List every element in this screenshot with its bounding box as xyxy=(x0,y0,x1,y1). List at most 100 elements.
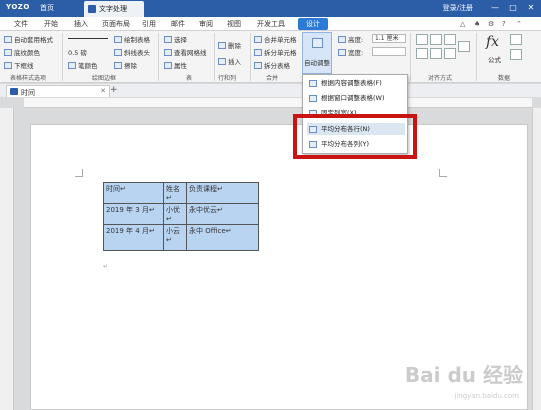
draw-table-button[interactable]: 绘制表格 xyxy=(114,34,150,44)
watermark-logo: Bai du 经验 xyxy=(404,363,523,387)
split-table-icon xyxy=(254,62,262,69)
formula-label: 公式 xyxy=(488,56,501,64)
select-button[interactable]: 选择 xyxy=(164,34,187,44)
autofit-label: 自动调整 xyxy=(304,59,330,67)
new-tab-button[interactable]: + xyxy=(110,85,118,95)
table-cell[interactable]: 姓名↵ xyxy=(163,182,187,204)
align-top-center-button[interactable] xyxy=(430,34,442,45)
split-table-button[interactable]: 拆分表格 xyxy=(254,60,290,70)
line-style-select[interactable] xyxy=(68,38,108,39)
merge-icon xyxy=(254,36,262,43)
paragraph-mark: ↵ xyxy=(103,263,109,270)
ribbon: 自动套用格式 底纹颜色 下框线 表格样式选项 0.5 磅 笔颜色 绘制表格 斜线… xyxy=(0,31,541,83)
table-cell[interactable]: 小优↵ xyxy=(163,203,187,225)
close-tab-icon[interactable]: ✕ xyxy=(100,87,106,95)
document-icon xyxy=(10,88,18,95)
formula-icon[interactable]: fx xyxy=(486,34,499,50)
diagonal-icon xyxy=(114,49,122,56)
title-bar: YOZO 首页 文字处理 登录/注册 — □ ✕ xyxy=(0,0,541,17)
insert-button[interactable]: 插入 xyxy=(218,56,241,66)
table-cell[interactable]: 负责课程↵ xyxy=(186,182,259,204)
menu-bar: 文件 开始 插入 页面布局 引用 邮件 审阅 视图 开发工具 设计 △ ♠ ⚙ … xyxy=(0,17,541,31)
menu-page-layout[interactable]: 页面布局 xyxy=(102,19,130,29)
bottom-border-button[interactable]: 下框线 xyxy=(4,60,34,70)
align-center-button[interactable] xyxy=(430,48,442,59)
up-arrow-icon[interactable]: △ xyxy=(460,20,465,28)
align-middle-right-button[interactable] xyxy=(444,48,456,59)
gridlines-button[interactable]: 查看网格线 xyxy=(164,47,207,57)
menu-mail[interactable]: 邮件 xyxy=(171,19,185,29)
home-tab[interactable]: 首页 xyxy=(40,3,54,13)
text-direction-button[interactable] xyxy=(458,41,470,52)
group-label: 表 xyxy=(186,75,193,82)
data-tool-button[interactable] xyxy=(510,34,522,45)
width-icon xyxy=(338,49,346,56)
menu-file[interactable]: 文件 xyxy=(14,19,28,29)
menu-view[interactable]: 视图 xyxy=(227,19,241,29)
diagonal-header-button[interactable]: 斜线表头 xyxy=(114,47,150,57)
horizontal-ruler[interactable] xyxy=(24,98,532,108)
pencil-icon xyxy=(114,36,122,43)
auto-format-button[interactable]: 自动套用格式 xyxy=(4,34,53,44)
vertical-ruler[interactable] xyxy=(0,108,14,410)
fit-window-icon xyxy=(309,95,317,102)
shading-icon xyxy=(4,49,12,56)
table-cell[interactable]: 永中优云↵ xyxy=(186,203,259,225)
pen-color-button[interactable]: 笔颜色 xyxy=(68,60,98,70)
menu-insert[interactable]: 插入 xyxy=(74,19,88,29)
table-cell[interactable]: 2019 年 3 月↵ xyxy=(103,203,164,225)
help-icon[interactable]: ? xyxy=(502,20,506,28)
vertical-scrollbar[interactable] xyxy=(532,108,541,410)
table-format-icon xyxy=(4,36,12,43)
document-table[interactable]: 时间↵ 姓名↵ 负责课程↵ 2019 年 3 月↵ 小优↵ 永中优云↵ 2019… xyxy=(103,182,259,251)
align-middle-left-button[interactable] xyxy=(416,48,428,59)
autofit-button[interactable]: 自动调整 xyxy=(302,32,332,74)
select-icon xyxy=(164,36,172,43)
menu-developer[interactable]: 开发工具 xyxy=(257,19,285,29)
watermark-url: jingyan.baidu.com xyxy=(454,392,519,400)
align-top-left-button[interactable] xyxy=(416,34,428,45)
table-cell[interactable]: 时间↵ xyxy=(103,182,164,204)
autofit-icon xyxy=(312,38,323,48)
login-link[interactable]: 登录/注册 xyxy=(443,3,473,13)
document-tab[interactable]: 文字处理 xyxy=(84,1,144,17)
line-width-select[interactable]: 0.5 磅 xyxy=(68,47,87,57)
table-cell[interactable]: 小云↵ xyxy=(163,224,187,251)
document-tab-label: 文字处理 xyxy=(99,5,127,13)
grid-icon xyxy=(164,49,172,56)
data-tool-button-2[interactable] xyxy=(510,49,522,60)
table-row: 2019 年 3 月↵ 小优↵ 永中优云↵ xyxy=(103,203,259,225)
writer-icon xyxy=(88,5,96,13)
align-top-right-button[interactable] xyxy=(444,34,456,45)
menu-references[interactable]: 引用 xyxy=(142,19,156,29)
group-label: 对齐方式 xyxy=(428,75,453,82)
merge-cells-button[interactable]: 合并单元格 xyxy=(254,34,297,44)
maximize-button[interactable]: □ xyxy=(507,2,519,14)
split-cells-icon xyxy=(254,49,262,56)
height-input[interactable]: 1.1 厘米 xyxy=(372,34,406,43)
eraser-button[interactable]: 擦除 xyxy=(114,60,137,70)
menu-item-fit-content[interactable]: 根据内容调整表格(F) xyxy=(307,77,405,89)
pen-icon xyxy=(68,62,76,69)
table-cell[interactable]: 2019 年 4 月↵ xyxy=(103,224,164,251)
menu-start[interactable]: 开始 xyxy=(44,19,58,29)
properties-button[interactable]: 属性 xyxy=(164,60,187,70)
delete-button[interactable]: 删除 xyxy=(218,40,241,50)
collapse-icon[interactable]: ⌃ xyxy=(516,20,522,28)
group-label: 行和列 xyxy=(218,75,237,82)
group-label: 数据 xyxy=(498,75,511,82)
height-label: 高度: xyxy=(338,34,363,44)
open-document-tab[interactable]: 时间 ✕ xyxy=(6,85,110,97)
menu-review[interactable]: 审阅 xyxy=(199,19,213,29)
close-button[interactable]: ✕ xyxy=(525,2,537,14)
delete-table-icon xyxy=(218,42,226,49)
menu-item-fit-window[interactable]: 根据窗口调整表格(W) xyxy=(307,92,405,104)
minimize-button[interactable]: — xyxy=(489,2,501,14)
width-input[interactable] xyxy=(372,47,406,56)
shirt-icon[interactable]: ♠ xyxy=(474,20,480,28)
menu-design[interactable]: 设计 xyxy=(298,18,328,30)
settings-icon[interactable]: ⚙ xyxy=(488,20,494,28)
table-cell[interactable]: 永中 Office↵ xyxy=(186,224,259,251)
shading-button[interactable]: 底纹颜色 xyxy=(4,47,40,57)
split-cells-button[interactable]: 拆分单元格 xyxy=(254,47,297,57)
